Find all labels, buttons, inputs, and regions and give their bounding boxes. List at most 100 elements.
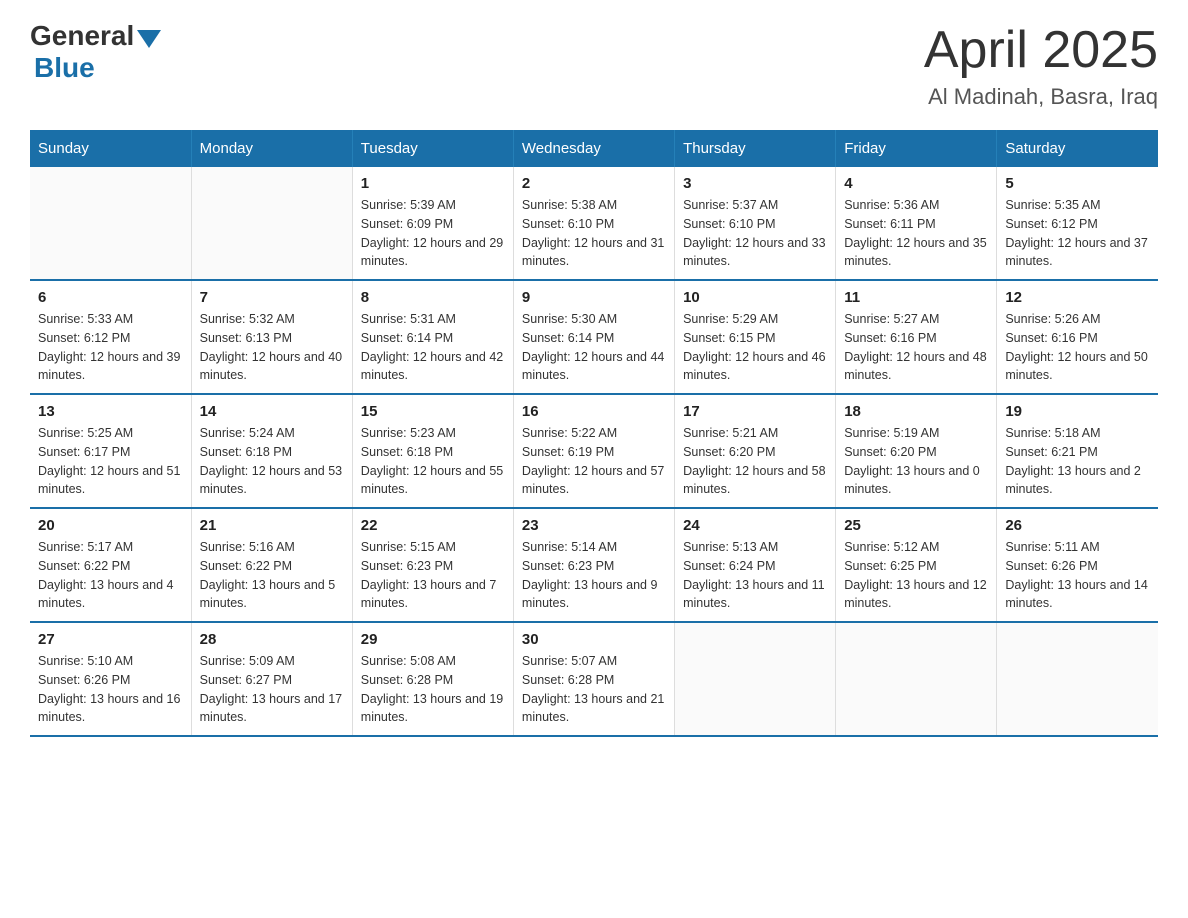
- page-header: General Blue April 2025 Al Madinah, Basr…: [30, 20, 1158, 110]
- day-info: Sunrise: 5:13 AMSunset: 6:24 PMDaylight:…: [683, 538, 827, 613]
- header-day-thursday: Thursday: [675, 130, 836, 167]
- day-info: Sunrise: 5:11 AMSunset: 6:26 PMDaylight:…: [1005, 538, 1150, 613]
- day-info: Sunrise: 5:17 AMSunset: 6:22 PMDaylight:…: [38, 538, 183, 613]
- calendar-cell: 5Sunrise: 5:35 AMSunset: 6:12 PMDaylight…: [997, 167, 1158, 280]
- day-number: 3: [683, 175, 827, 192]
- calendar-cell: 26Sunrise: 5:11 AMSunset: 6:26 PMDayligh…: [997, 508, 1158, 622]
- calendar-cell: 8Sunrise: 5:31 AMSunset: 6:14 PMDaylight…: [352, 280, 513, 394]
- day-number: 19: [1005, 403, 1150, 420]
- header-day-tuesday: Tuesday: [352, 130, 513, 167]
- day-info: Sunrise: 5:36 AMSunset: 6:11 PMDaylight:…: [844, 196, 988, 271]
- calendar-cell: 12 Sunrise: 5:26 AMSunset: 6:16 PMDayligh…: [997, 280, 1158, 394]
- week-row-4: 20 Sunrise: 5:17 AMSunset: 6:22 PMDayligh…: [30, 508, 1158, 622]
- day-number: 22: [361, 517, 505, 534]
- header-day-friday: Friday: [836, 130, 997, 167]
- day-number: 1: [361, 175, 505, 192]
- calendar-cell: 9 Sunrise: 5:30 AMSunset: 6:14 PMDaylight…: [513, 280, 674, 394]
- day-number: 10: [683, 289, 827, 306]
- calendar-cell: 29 Sunrise: 5:08 AMSunset: 6:28 PMDayligh…: [352, 622, 513, 736]
- calendar-cell: [191, 167, 352, 280]
- day-number: 13: [38, 403, 183, 420]
- logo: General Blue: [30, 20, 161, 84]
- header-day-sunday: Sunday: [30, 130, 191, 167]
- calendar-cell: 19Sunrise: 5:18 AMSunset: 6:21 PMDayligh…: [997, 394, 1158, 508]
- day-number: 4: [844, 175, 988, 192]
- calendar-cell: [836, 622, 997, 736]
- calendar-header: SundayMondayTuesdayWednesdayThursdayFrid…: [30, 130, 1158, 167]
- calendar-cell: 27 Sunrise: 5:10 AMSunset: 6:26 PMDayligh…: [30, 622, 191, 736]
- day-info: Sunrise: 5:24 AMSunset: 6:18 PMDaylight:…: [200, 424, 344, 499]
- calendar-cell: 6 Sunrise: 5:33 AMSunset: 6:12 PMDaylight…: [30, 280, 191, 394]
- day-number: 17: [683, 403, 827, 420]
- day-info: Sunrise: 5:07 AMSunset: 6:28 PMDaylight:…: [522, 652, 666, 727]
- week-row-2: 6 Sunrise: 5:33 AMSunset: 6:12 PMDaylight…: [30, 280, 1158, 394]
- calendar-cell: 1 Sunrise: 5:39 AMSunset: 6:09 PMDaylight…: [352, 167, 513, 280]
- page-subtitle: Al Madinah, Basra, Iraq: [924, 84, 1158, 110]
- calendar-cell: 21 Sunrise: 5:16 AMSunset: 6:22 PMDayligh…: [191, 508, 352, 622]
- calendar-cell: 13 Sunrise: 5:25 AMSunset: 6:17 PMDayligh…: [30, 394, 191, 508]
- day-number: 6: [38, 289, 183, 306]
- day-info: Sunrise: 5:14 AMSunset: 6:23 PMDaylight:…: [522, 538, 666, 613]
- day-number: 30: [522, 631, 666, 648]
- day-info: Sunrise: 5:16 AMSunset: 6:22 PMDaylight:…: [200, 538, 344, 613]
- day-info: Sunrise: 5:26 AMSunset: 6:16 PMDaylight:…: [1005, 310, 1150, 385]
- day-info: Sunrise: 5:32 AMSunset: 6:13 PMDaylight:…: [200, 310, 344, 385]
- day-number: 18: [844, 403, 988, 420]
- calendar-cell: 25 Sunrise: 5:12 AMSunset: 6:25 PMDayligh…: [836, 508, 997, 622]
- day-number: 14: [200, 403, 344, 420]
- day-number: 12: [1005, 289, 1150, 306]
- calendar-cell: 22 Sunrise: 5:15 AMSunset: 6:23 PMDayligh…: [352, 508, 513, 622]
- day-number: 24: [683, 517, 827, 534]
- calendar-cell: 17 Sunrise: 5:21 AMSunset: 6:20 PMDayligh…: [675, 394, 836, 508]
- day-number: 28: [200, 631, 344, 648]
- day-info: Sunrise: 5:39 AMSunset: 6:09 PMDaylight:…: [361, 196, 505, 271]
- calendar-cell: [675, 622, 836, 736]
- calendar-cell: 14 Sunrise: 5:24 AMSunset: 6:18 PMDayligh…: [191, 394, 352, 508]
- title-block: April 2025 Al Madinah, Basra, Iraq: [924, 20, 1158, 110]
- calendar-cell: 18Sunrise: 5:19 AMSunset: 6:20 PMDayligh…: [836, 394, 997, 508]
- logo-general-text: General: [30, 20, 134, 52]
- day-info: Sunrise: 5:10 AMSunset: 6:26 PMDaylight:…: [38, 652, 183, 727]
- calendar-cell: 7 Sunrise: 5:32 AMSunset: 6:13 PMDaylight…: [191, 280, 352, 394]
- calendar-cell: [30, 167, 191, 280]
- day-number: 29: [361, 631, 505, 648]
- day-number: 9: [522, 289, 666, 306]
- calendar-cell: 2Sunrise: 5:38 AMSunset: 6:10 PMDaylight…: [513, 167, 674, 280]
- day-info: Sunrise: 5:30 AMSunset: 6:14 PMDaylight:…: [522, 310, 666, 385]
- day-number: 11: [844, 289, 988, 306]
- calendar-cell: 30 Sunrise: 5:07 AMSunset: 6:28 PMDayligh…: [513, 622, 674, 736]
- day-info: Sunrise: 5:25 AMSunset: 6:17 PMDaylight:…: [38, 424, 183, 499]
- week-row-5: 27 Sunrise: 5:10 AMSunset: 6:26 PMDayligh…: [30, 622, 1158, 736]
- day-info: Sunrise: 5:23 AMSunset: 6:18 PMDaylight:…: [361, 424, 505, 499]
- header-row: SundayMondayTuesdayWednesdayThursdayFrid…: [30, 130, 1158, 167]
- day-info: Sunrise: 5:21 AMSunset: 6:20 PMDaylight:…: [683, 424, 827, 499]
- day-info: Sunrise: 5:12 AMSunset: 6:25 PMDaylight:…: [844, 538, 988, 613]
- calendar-cell: 4 Sunrise: 5:36 AMSunset: 6:11 PMDaylight…: [836, 167, 997, 280]
- calendar-table: SundayMondayTuesdayWednesdayThursdayFrid…: [30, 130, 1158, 737]
- day-number: 7: [200, 289, 344, 306]
- day-number: 2: [522, 175, 666, 192]
- day-number: 21: [200, 517, 344, 534]
- day-info: Sunrise: 5:37 AMSunset: 6:10 PMDaylight:…: [683, 196, 827, 271]
- header-day-wednesday: Wednesday: [513, 130, 674, 167]
- logo-blue-text: Blue: [34, 52, 95, 84]
- calendar-cell: 10 Sunrise: 5:29 AMSunset: 6:15 PMDayligh…: [675, 280, 836, 394]
- day-number: 8: [361, 289, 505, 306]
- calendar-cell: 24 Sunrise: 5:13 AMSunset: 6:24 PMDayligh…: [675, 508, 836, 622]
- day-number: 27: [38, 631, 183, 648]
- day-info: Sunrise: 5:27 AMSunset: 6:16 PMDaylight:…: [844, 310, 988, 385]
- day-info: Sunrise: 5:15 AMSunset: 6:23 PMDaylight:…: [361, 538, 505, 613]
- day-info: Sunrise: 5:22 AMSunset: 6:19 PMDaylight:…: [522, 424, 666, 499]
- calendar-cell: 11 Sunrise: 5:27 AMSunset: 6:16 PMDayligh…: [836, 280, 997, 394]
- day-number: 16: [522, 403, 666, 420]
- page-title: April 2025: [924, 20, 1158, 80]
- day-number: 25: [844, 517, 988, 534]
- day-info: Sunrise: 5:33 AMSunset: 6:12 PMDaylight:…: [38, 310, 183, 385]
- day-info: Sunrise: 5:29 AMSunset: 6:15 PMDaylight:…: [683, 310, 827, 385]
- week-row-1: 1 Sunrise: 5:39 AMSunset: 6:09 PMDaylight…: [30, 167, 1158, 280]
- day-number: 20: [38, 517, 183, 534]
- calendar-cell: 3 Sunrise: 5:37 AMSunset: 6:10 PMDaylight…: [675, 167, 836, 280]
- day-info: Sunrise: 5:08 AMSunset: 6:28 PMDaylight:…: [361, 652, 505, 727]
- day-info: Sunrise: 5:09 AMSunset: 6:27 PMDaylight:…: [200, 652, 344, 727]
- calendar-cell: 23Sunrise: 5:14 AMSunset: 6:23 PMDayligh…: [513, 508, 674, 622]
